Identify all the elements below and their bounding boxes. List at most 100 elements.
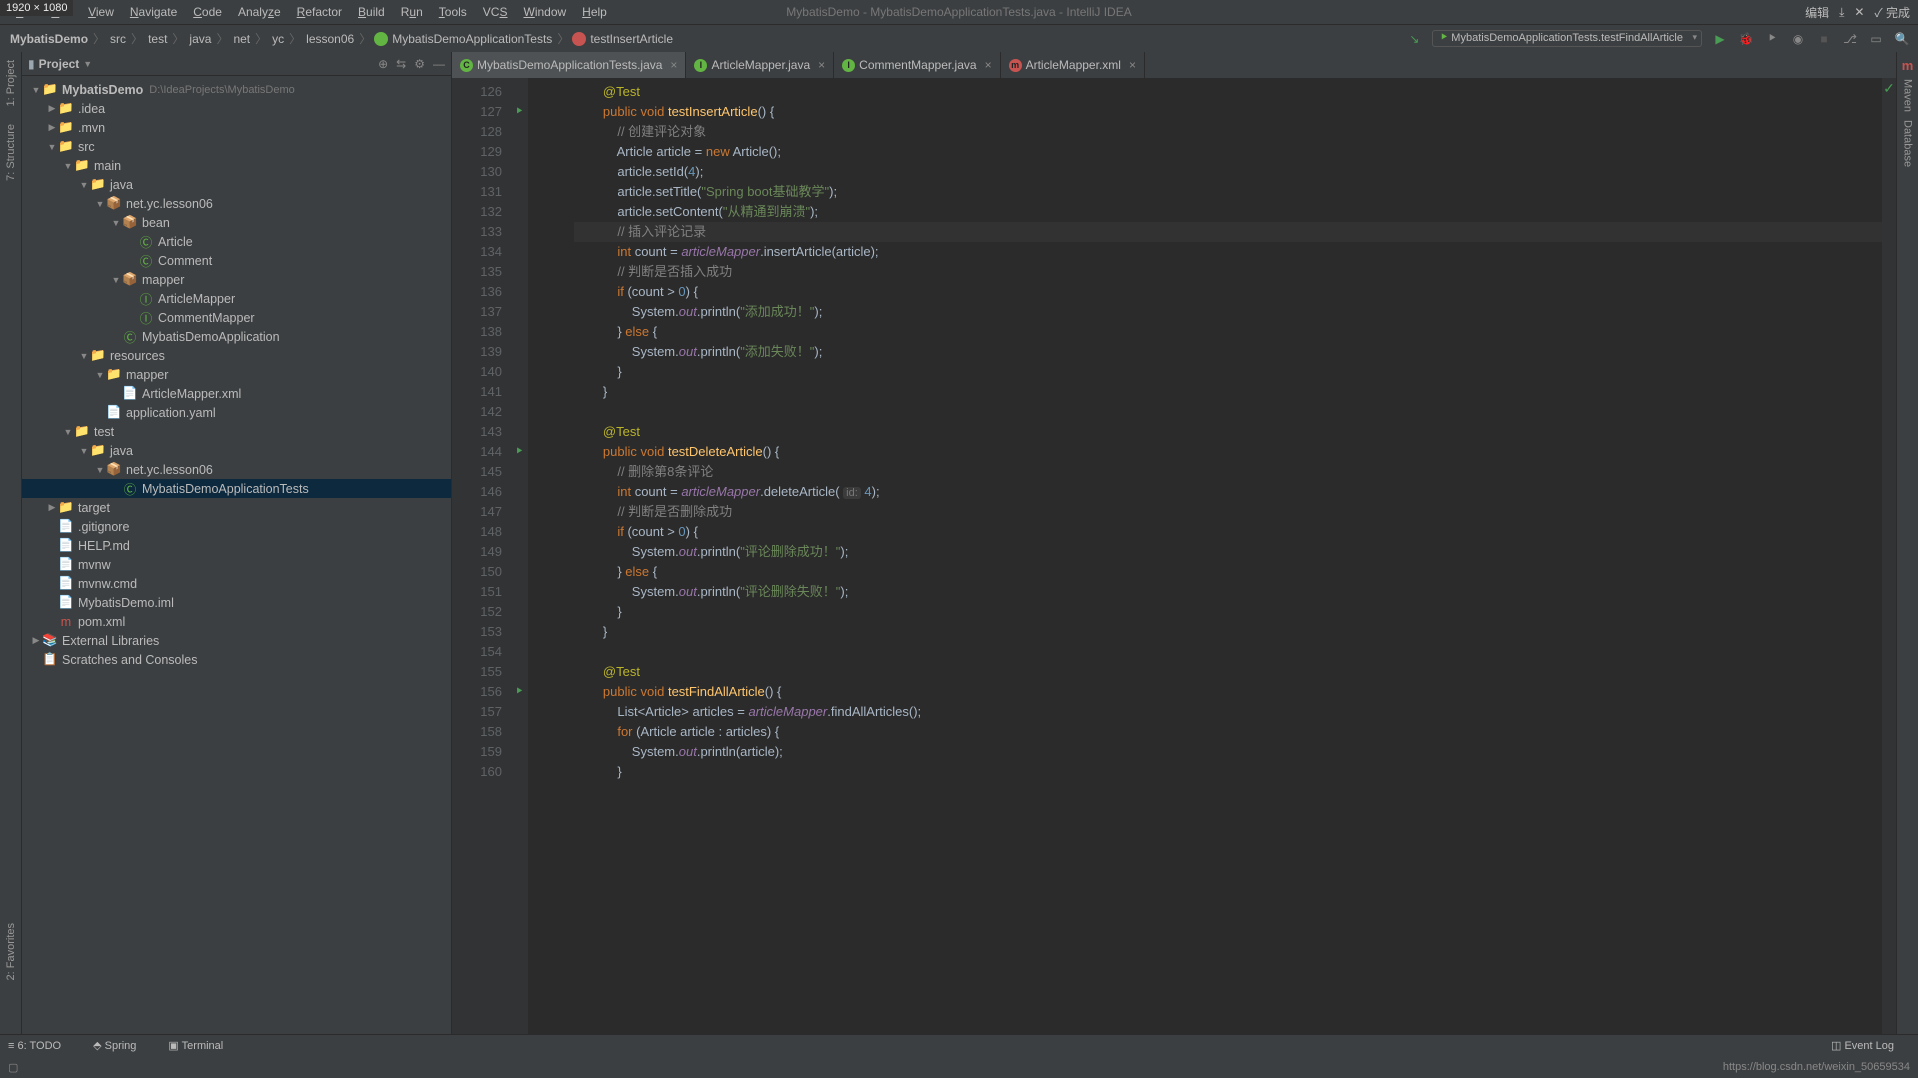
tw-todo[interactable]: ≡ 6: TODO xyxy=(8,1040,77,1052)
tree-item-folder-java[interactable]: ▼📁java xyxy=(22,175,451,194)
crumb[interactable]: src xyxy=(108,32,128,46)
menu-vcs[interactable]: VCS xyxy=(475,3,516,21)
tab-close-icon[interactable]: × xyxy=(670,58,677,72)
watermark: https://blog.csdn.net/weixin_50659534 xyxy=(1723,1061,1910,1073)
locate-icon[interactable]: ⊕ xyxy=(378,57,388,71)
maven-m-icon[interactable]: m xyxy=(1900,56,1916,75)
build-icon[interactable]: ↘ xyxy=(1406,31,1422,47)
project-panel-title[interactable]: Project xyxy=(39,57,80,71)
tree-item-package[interactable]: ▼📦net.yc.lesson06 xyxy=(22,194,451,213)
tree-item-file-xml[interactable]: 📄ArticleMapper.xml xyxy=(22,384,451,403)
run-gutter-icon[interactable]: ⯈ xyxy=(515,446,524,459)
profile-icon[interactable]: ◉ xyxy=(1790,31,1806,47)
tree-item-folder-mapper[interactable]: ▼📁mapper xyxy=(22,365,451,384)
tree-item-folder-src[interactable]: ▼📁src xyxy=(22,137,451,156)
tree-item-folder-resources[interactable]: ▼📁resources xyxy=(22,346,451,365)
menu-run[interactable]: Run xyxy=(393,3,431,21)
tree-item-folder-test[interactable]: ▼📁test xyxy=(22,422,451,441)
tab-commentmapper-java[interactable]: ICommentMapper.java× xyxy=(834,52,1000,78)
aspect-icon[interactable]: ▭ xyxy=(1868,31,1884,47)
bottom-toolbar: ≡ 6: TODO ⬘ Spring ▣ Terminal ◫ Event Lo… xyxy=(0,1034,1918,1056)
download-icon[interactable]: ⤓ xyxy=(1839,5,1844,20)
tree-item-file-help[interactable]: 📄HELP.md xyxy=(22,536,451,555)
run-config-select[interactable]: ⯈ MybatisDemoApplicationTests.testFindAl… xyxy=(1432,30,1702,47)
stop-icon[interactable]: ■ xyxy=(1816,31,1832,47)
done-button[interactable]: ✓ 完成 xyxy=(1874,4,1910,21)
tree-item-file-gitignore[interactable]: 📄.gitignore xyxy=(22,517,451,536)
crumb[interactable]: yc xyxy=(270,32,286,46)
check-icon: ✓ xyxy=(1882,78,1896,97)
tree-item-file-mvnw[interactable]: 📄mvnw xyxy=(22,555,451,574)
tw-eventlog[interactable]: ◫ Event Log xyxy=(1831,1039,1910,1052)
crumb[interactable]: net xyxy=(231,32,252,46)
tab-close-icon[interactable]: × xyxy=(1129,58,1136,72)
tw-database[interactable]: Database xyxy=(1902,116,1914,171)
tree-item-file-mvnwcmd[interactable]: 📄mvnw.cmd xyxy=(22,574,451,593)
tree-item-scratches[interactable]: 📋Scratches and Consoles xyxy=(22,650,451,669)
menu-analyze[interactable]: Analyze xyxy=(230,3,289,21)
tree-item-package-test[interactable]: ▼📦net.yc.lesson06 xyxy=(22,460,451,479)
run-icon[interactable]: ▶ xyxy=(1712,31,1728,47)
menu-refactor[interactable]: Refactor xyxy=(289,3,350,21)
edit-button[interactable]: 编辑 xyxy=(1805,4,1829,21)
crumb[interactable]: testInsertArticle xyxy=(588,32,675,46)
search-icon[interactable]: 🔍 xyxy=(1894,31,1910,47)
menu-view[interactable]: View xyxy=(80,3,122,21)
menu-window[interactable]: Window xyxy=(515,3,574,21)
menu-build[interactable]: Build xyxy=(350,3,393,21)
menu-navigate[interactable]: Navigate xyxy=(122,3,185,21)
tw-spring[interactable]: ⬘ Spring xyxy=(93,1039,152,1052)
coverage-icon[interactable]: ⯈ xyxy=(1764,31,1780,47)
tw-terminal[interactable]: ▣ Terminal xyxy=(168,1039,239,1052)
debug-icon[interactable]: 🐞 xyxy=(1738,31,1754,47)
crumb[interactable]: java xyxy=(187,32,213,46)
tree-item-project-root[interactable]: ▼📁MybatisDemoD:\IdeaProjects\MybatisDemo xyxy=(22,80,451,99)
crumb[interactable]: lesson06 xyxy=(304,32,356,46)
tw-favorites[interactable]: 2: Favorites xyxy=(5,919,17,984)
tree-item-file-yaml[interactable]: 📄application.yaml xyxy=(22,403,451,422)
tree-item-file-pom[interactable]: mpom.xml xyxy=(22,612,451,631)
tab-mybatisdemoapplicationtests-java[interactable]: CMybatisDemoApplicationTests.java× xyxy=(452,52,686,78)
tree-item-class-comment[interactable]: ⒸComment xyxy=(22,251,451,270)
tree-item-class-tests[interactable]: ⒸMybatisDemoApplicationTests xyxy=(22,479,451,498)
crumb[interactable]: test xyxy=(146,32,169,46)
run-gutter-icon[interactable]: ⯈ xyxy=(515,686,524,699)
tree-item-file-iml[interactable]: 📄MybatisDemo.iml xyxy=(22,593,451,612)
editor-code[interactable]: @Test public void testInsertArticle() { … xyxy=(544,78,1882,1034)
right-toolbar: m Maven Database xyxy=(1896,52,1918,1034)
tree-item-package-bean[interactable]: ▼📦bean xyxy=(22,213,451,232)
close-icon[interactable]: ✕ xyxy=(1854,5,1864,19)
error-stripe[interactable]: ✓ xyxy=(1882,78,1896,1034)
tab-close-icon[interactable]: × xyxy=(985,58,992,72)
status-icon[interactable]: ▢ xyxy=(8,1061,18,1074)
gear-icon[interactable]: ⚙ xyxy=(414,57,425,71)
menu-tools[interactable]: Tools xyxy=(431,3,475,21)
run-gutter-icon[interactable]: ⯈ xyxy=(515,106,524,119)
menu-help[interactable]: Help xyxy=(574,3,615,21)
tab-close-icon[interactable]: × xyxy=(818,58,825,72)
tw-structure[interactable]: 7: Structure xyxy=(5,120,17,185)
dimensions-badge: 1920 × 1080 xyxy=(0,0,73,16)
hide-icon[interactable]: — xyxy=(433,57,445,71)
tab-articlemapper-java[interactable]: IArticleMapper.java× xyxy=(686,52,834,78)
tree-item-class-app[interactable]: ⒸMybatisDemoApplication xyxy=(22,327,451,346)
tree-item-folder-main[interactable]: ▼📁main xyxy=(22,156,451,175)
vcs-icon[interactable]: ⎇ xyxy=(1842,31,1858,47)
tree-item-folder-idea[interactable]: ▶📁.idea xyxy=(22,99,451,118)
tree-item-folder-java-test[interactable]: ▼📁java xyxy=(22,441,451,460)
tree-item-class-article[interactable]: ⒸArticle xyxy=(22,232,451,251)
tree-item-interface-commentmapper[interactable]: ⒾCommentMapper xyxy=(22,308,451,327)
tw-maven[interactable]: Maven xyxy=(1902,75,1914,116)
tree-item-folder-mvn[interactable]: ▶📁.mvn xyxy=(22,118,451,137)
tw-project[interactable]: 1: Project xyxy=(5,56,17,110)
tree-item-folder-target[interactable]: ▶📁target xyxy=(22,498,451,517)
crumb[interactable]: MybatisDemoApplicationTests xyxy=(390,32,554,46)
expand-icon[interactable]: ⇆ xyxy=(396,57,406,71)
tab-articlemapper-xml[interactable]: mArticleMapper.xml× xyxy=(1001,52,1145,78)
chevron-down-icon[interactable]: ▼ xyxy=(83,59,92,69)
crumb-root[interactable]: MybatisDemo xyxy=(8,32,90,46)
tree-item-package-mapper[interactable]: ▼📦mapper xyxy=(22,270,451,289)
tree-item-interface-articlemapper[interactable]: ⒾArticleMapper xyxy=(22,289,451,308)
menu-code[interactable]: Code xyxy=(185,3,230,21)
tree-item-external-libraries[interactable]: ▶📚External Libraries xyxy=(22,631,451,650)
